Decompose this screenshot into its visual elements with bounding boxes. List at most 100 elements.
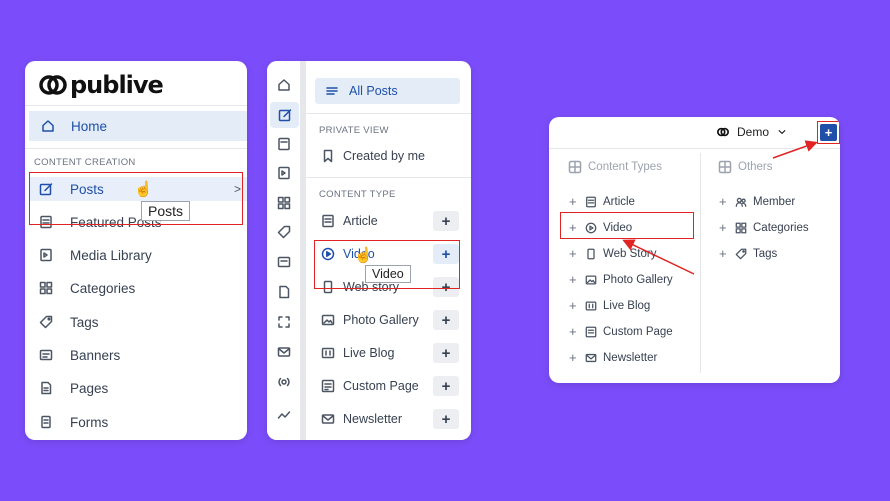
- home-icon[interactable]: [275, 76, 293, 94]
- add-custom-page-button[interactable]: +: [433, 376, 459, 396]
- home-icon: [41, 119, 55, 133]
- plus-icon: +: [569, 246, 577, 261]
- others-heading: Others: [718, 160, 773, 174]
- highlight-box-video: [560, 212, 694, 239]
- sidebar-item-label: Categories: [70, 280, 136, 296]
- add-newsletter-button[interactable]: +: [433, 409, 459, 429]
- analytics-icon[interactable]: [275, 406, 293, 424]
- plus-icon: +: [719, 220, 727, 235]
- tag-icon: [735, 248, 747, 260]
- sidebar-item-categories[interactable]: Categories: [39, 276, 247, 300]
- web-story-icon: [585, 248, 597, 260]
- categories-icon: [39, 281, 53, 295]
- content-type-custom-page[interactable]: Custom Page +: [321, 375, 459, 397]
- content-menu-panel: All Posts PRIVATE VIEW Created by me CON…: [267, 61, 471, 440]
- plus-icon: +: [719, 246, 727, 261]
- banner-icon: [39, 348, 53, 362]
- form-icon: [39, 415, 53, 429]
- rail-divider: [301, 61, 306, 440]
- grid-icon: [718, 160, 732, 174]
- content-type-article[interactable]: Article +: [321, 210, 459, 232]
- sidebar-item-home[interactable]: Home: [29, 111, 247, 141]
- menu-item-custom-page[interactable]: + Custom Page: [569, 324, 673, 339]
- publive-logo[interactable]: publive: [39, 71, 164, 99]
- top-bar: Demo +: [549, 117, 840, 149]
- plus-icon: +: [719, 194, 727, 209]
- menu-item-photo-gallery[interactable]: + Photo Gallery: [569, 272, 673, 287]
- sidebar-item-label: Pages: [70, 380, 109, 396]
- custom-page-icon: [321, 379, 335, 393]
- add-article-button[interactable]: +: [433, 211, 459, 231]
- add-content-dropdown-panel: Demo + Content Types Others + Article + …: [549, 117, 840, 383]
- featured-icon[interactable]: [275, 135, 293, 153]
- bookmark-icon: [321, 149, 335, 163]
- menu-item-web-story[interactable]: + Web Story: [569, 246, 656, 261]
- tooltip-video: Video: [365, 265, 411, 283]
- divider: [25, 105, 247, 106]
- grid-icon: [568, 160, 582, 174]
- hand-cursor-icon: ☝: [354, 247, 373, 264]
- created-by-me-label: Created by me: [343, 149, 425, 163]
- section-label-content-type: CONTENT TYPE: [319, 189, 396, 200]
- article-icon: [585, 196, 597, 208]
- add-photo-gallery-button[interactable]: +: [433, 310, 459, 330]
- content-type-label: Newsletter: [343, 412, 403, 426]
- banner-icon[interactable]: [275, 253, 293, 271]
- page-icon: [39, 381, 53, 395]
- menu-item-live-blog[interactable]: + Live Blog: [569, 298, 650, 313]
- mail-icon[interactable]: [275, 343, 293, 361]
- categories-icon[interactable]: [275, 194, 293, 212]
- sidebar-item-label: Banners: [70, 347, 121, 363]
- publive-logo-text: publive: [70, 71, 164, 99]
- divider: [306, 177, 471, 178]
- plus-icon: +: [569, 350, 577, 365]
- sidebar-item-media-library[interactable]: Media Library: [39, 243, 247, 267]
- divider: [306, 113, 471, 114]
- edit-icon[interactable]: [270, 102, 299, 128]
- sidebar-item-label: Tags: [70, 314, 99, 330]
- sidebar-item-banners[interactable]: Banners: [39, 343, 247, 367]
- broadcast-icon[interactable]: [275, 373, 293, 391]
- created-by-me-item[interactable]: Created by me: [321, 145, 459, 167]
- content-types-heading: Content Types: [568, 160, 662, 174]
- publive-logo-icon: [39, 74, 67, 96]
- publive-logo-icon: [717, 126, 729, 138]
- media-icon[interactable]: [275, 164, 293, 182]
- sidebar-item-forms[interactable]: Forms: [39, 410, 247, 434]
- add-live-blog-button[interactable]: +: [433, 343, 459, 363]
- expand-icon[interactable]: [275, 313, 293, 331]
- menu-item-article[interactable]: + Article: [569, 194, 635, 209]
- newsletter-icon: [321, 412, 335, 426]
- sidebar-item-tags[interactable]: Tags: [39, 310, 247, 334]
- gallery-icon: [321, 313, 335, 327]
- gallery-icon: [585, 274, 597, 286]
- categories-icon: [735, 222, 747, 234]
- tooltip-posts: Posts: [141, 201, 191, 221]
- menu-item-newsletter[interactable]: + Newsletter: [569, 350, 657, 365]
- menu-item-categories[interactable]: + Categories: [719, 220, 809, 235]
- workspace-selector[interactable]: Demo: [717, 125, 787, 139]
- workspace-name: Demo: [737, 125, 770, 139]
- content-type-label: Article: [343, 214, 378, 228]
- content-type-newsletter[interactable]: Newsletter +: [321, 408, 459, 430]
- highlight-box-posts: [29, 172, 243, 225]
- live-blog-icon: [321, 346, 335, 360]
- plus-icon: +: [569, 194, 577, 209]
- menu-item-member[interactable]: + Member: [719, 194, 795, 209]
- divider: [25, 148, 247, 149]
- icon-rail: [267, 61, 301, 440]
- content-type-live-blog[interactable]: Live Blog +: [321, 342, 459, 364]
- content-type-label: Photo Gallery: [343, 313, 419, 327]
- sidebar-item-label: Home: [71, 118, 108, 134]
- tag-icon[interactable]: [275, 223, 293, 241]
- column-divider: [700, 153, 701, 373]
- content-type-photo-gallery[interactable]: Photo Gallery +: [321, 309, 459, 331]
- section-label-private-view: PRIVATE VIEW: [319, 125, 389, 136]
- sidebar-item-pages[interactable]: Pages: [39, 376, 247, 400]
- page-icon[interactable]: [275, 283, 293, 301]
- all-posts-button[interactable]: All Posts: [315, 78, 460, 104]
- tag-icon: [39, 315, 53, 329]
- menu-item-tags[interactable]: + Tags: [719, 246, 777, 261]
- users-icon: [735, 196, 747, 208]
- chevron-down-icon: [777, 127, 787, 137]
